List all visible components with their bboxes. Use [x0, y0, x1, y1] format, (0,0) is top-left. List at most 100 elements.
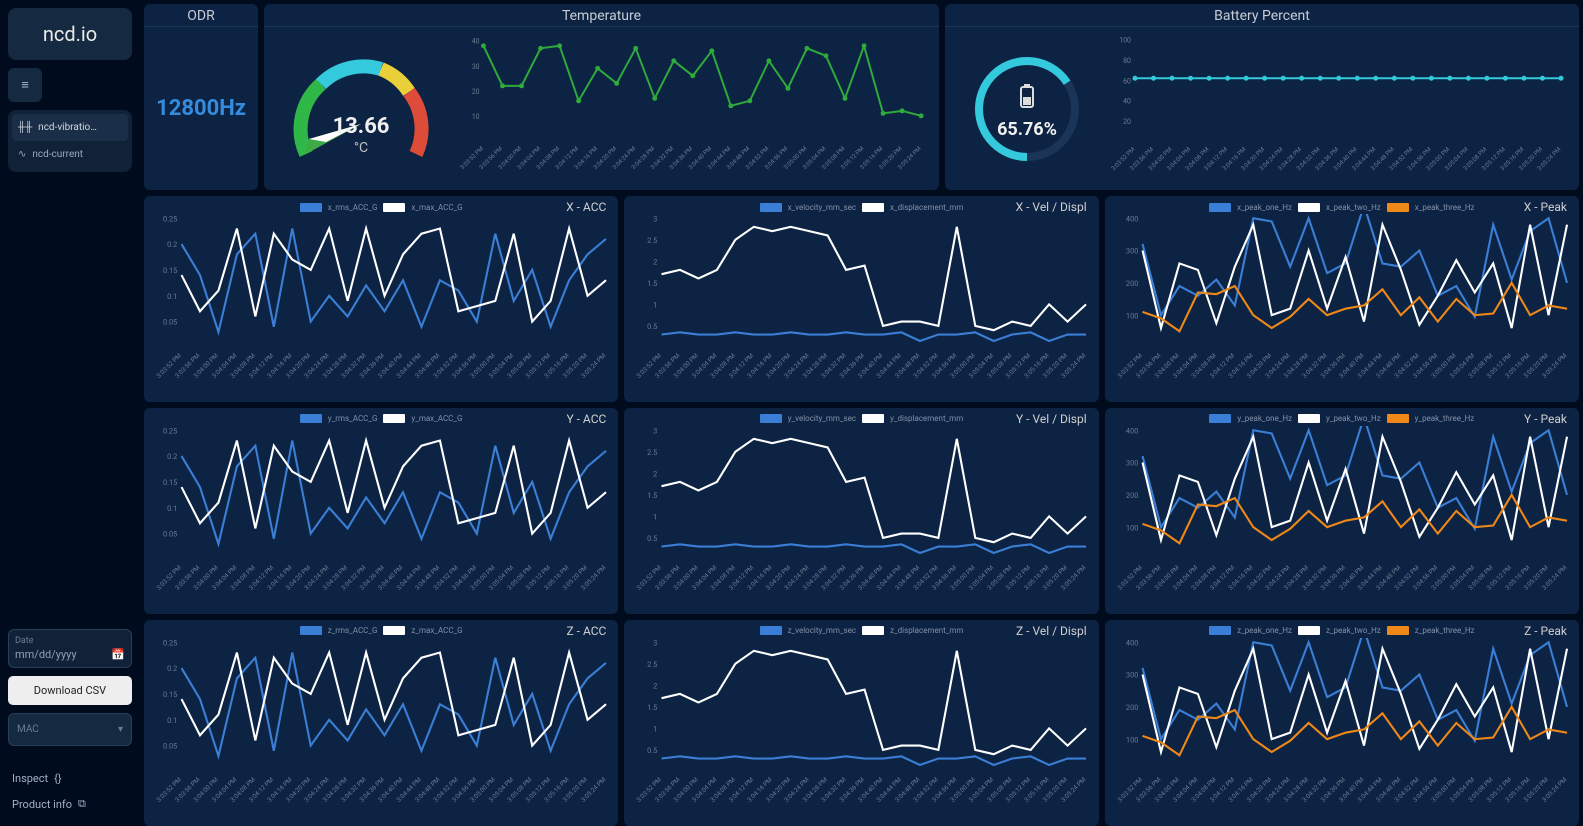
legend-chip[interactable]: [1209, 203, 1231, 212]
legend-chip[interactable]: [1387, 626, 1409, 635]
chart: 0.050.10.150.20.253:03:52 PM3:03:56 PM3:…: [150, 638, 612, 822]
chart-title: X - Peak: [1524, 200, 1567, 214]
svg-text:300: 300: [1126, 459, 1138, 468]
legend-chip[interactable]: [300, 203, 322, 212]
svg-text:2: 2: [654, 257, 658, 266]
chart: 0.050.10.150.20.253:03:52 PM3:03:56 PM3:…: [150, 214, 612, 398]
mac-select[interactable]: MAC ▾: [8, 713, 132, 746]
chart: 0.511.522.533:03:52 PM3:03:56 PM3:04:00 …: [630, 426, 1092, 610]
legend-label: z_peak_three_Hz: [1415, 626, 1475, 635]
external-link-icon: ⧉: [78, 797, 86, 811]
svg-text:1: 1: [654, 301, 658, 310]
chart: 0.511.522.533:03:52 PM3:03:56 PM3:04:00 …: [630, 638, 1092, 822]
legend-label: z_velocity_mm_sec: [788, 626, 857, 635]
svg-text:0.2: 0.2: [167, 452, 177, 461]
legend-label: z_displacement_mm: [890, 626, 963, 635]
legend-chip[interactable]: [1387, 414, 1409, 423]
legend-chip[interactable]: [862, 414, 884, 423]
temperature-unit: °C: [354, 140, 368, 156]
nav-item-current[interactable]: ∿ ncd-current: [12, 141, 128, 168]
footer-links: Inspect {} Product info ⧉: [8, 766, 132, 817]
svg-text:0.15: 0.15: [163, 478, 177, 487]
svg-text:100: 100: [1119, 37, 1131, 45]
y-acc-card: y_rms_ACC_Gy_max_ACC_GY - ACC0.050.10.15…: [144, 408, 618, 614]
svg-text:0.05: 0.05: [163, 318, 177, 327]
svg-text:400: 400: [1126, 214, 1138, 223]
inspect-link[interactable]: Inspect {}: [8, 766, 132, 791]
svg-text:3: 3: [654, 214, 658, 223]
legend-chip[interactable]: [1209, 626, 1231, 635]
legend-label: x_peak_three_Hz: [1415, 203, 1475, 212]
legend-label: y_rms_ACC_G: [328, 414, 378, 423]
hamburger-icon: ≡: [21, 77, 29, 93]
temperature-title: Temperature: [264, 4, 939, 27]
x-vel-card: x_velocity_mm_secx_displacement_mmX - Ve…: [624, 196, 1098, 402]
chart-legend: x_velocity_mm_secx_displacement_mmX - Ve…: [630, 200, 1092, 214]
legend-chip[interactable]: [1209, 414, 1231, 423]
legend-chip[interactable]: [1298, 203, 1320, 212]
legend-chip[interactable]: [300, 626, 322, 635]
svg-text:200: 200: [1126, 703, 1138, 712]
temperature-gauge: 13.66 °C: [276, 44, 446, 174]
nav-label: ncd-vibratio…: [38, 122, 97, 133]
svg-text:20: 20: [1123, 118, 1131, 126]
svg-text:200: 200: [1126, 491, 1138, 500]
chart-legend: x_rms_ACC_Gx_max_ACC_GX - ACC: [150, 200, 612, 214]
date-input[interactable]: Date mm/dd/yyyy 📅: [8, 629, 132, 668]
legend-chip[interactable]: [760, 203, 782, 212]
calendar-icon: 📅: [111, 648, 125, 661]
odr-card: ODR 12800Hz: [144, 4, 258, 190]
legend-label: z_peak_one_Hz: [1237, 626, 1292, 635]
chart: 0.511.522.533:03:52 PM3:03:56 PM3:04:00 …: [630, 214, 1092, 398]
legend-chip[interactable]: [1298, 414, 1320, 423]
legend-chip[interactable]: [1298, 626, 1320, 635]
legend-chip[interactable]: [862, 203, 884, 212]
legend-label: y_peak_two_Hz: [1326, 414, 1381, 423]
temperature-chart: 102030403:03:52 PM3:03:56 PM3:04:00 PM3:…: [456, 33, 927, 184]
chart: 0.050.10.150.20.253:03:52 PM3:03:56 PM3:…: [150, 426, 612, 610]
svg-text:300: 300: [1126, 247, 1138, 256]
legend-chip[interactable]: [300, 414, 322, 423]
pulse-icon: ∿: [18, 149, 26, 160]
legend-chip[interactable]: [760, 414, 782, 423]
chart-title: Y - Peak: [1524, 412, 1567, 426]
svg-text:60: 60: [1123, 77, 1131, 85]
z-acc-card: z_rms_ACC_Gz_max_ACC_GZ - ACC0.050.10.15…: [144, 620, 618, 826]
legend-label: x_max_ACC_G: [411, 203, 462, 212]
svg-text:3: 3: [654, 426, 658, 435]
legend-chip[interactable]: [1387, 203, 1409, 212]
legend-chip[interactable]: [760, 626, 782, 635]
svg-text:10: 10: [472, 113, 480, 121]
chart-title: Z - Peak: [1524, 624, 1567, 638]
svg-text:80: 80: [1123, 57, 1131, 65]
legend-label: x_peak_one_Hz: [1237, 203, 1292, 212]
legend-chip[interactable]: [383, 626, 405, 635]
main: ODR 12800Hz Temperature 13.66 °C: [140, 0, 1583, 825]
nav-item-vibration[interactable]: ╫╫ ncd-vibratio…: [12, 114, 128, 141]
svg-text:100: 100: [1126, 311, 1138, 320]
battery-gauge: 65.76%: [957, 49, 1097, 169]
legend-label: z_rms_ACC_G: [328, 626, 378, 635]
chart: 1002003004003:03:52 PM3:03:56 PM3:04:00 …: [1111, 638, 1573, 822]
odr-title: ODR: [144, 4, 258, 27]
legend-chip[interactable]: [383, 203, 405, 212]
nav-label: ncd-current: [32, 149, 83, 160]
svg-text:30: 30: [472, 63, 480, 71]
menu-button[interactable]: ≡: [8, 68, 42, 102]
legend-chip[interactable]: [383, 414, 405, 423]
legend-label: y_peak_one_Hz: [1237, 414, 1292, 423]
svg-text:0.1: 0.1: [167, 504, 177, 513]
svg-text:100: 100: [1126, 523, 1138, 532]
chart-title: Y - Vel / Displ: [1016, 412, 1087, 426]
download-csv-button[interactable]: Download CSV: [8, 676, 132, 705]
svg-text:2.5: 2.5: [647, 448, 657, 457]
legend-chip[interactable]: [862, 626, 884, 635]
product-info-link[interactable]: Product info ⧉: [8, 791, 132, 817]
chart-legend: z_velocity_mm_secz_displacement_mmZ - Ve…: [630, 624, 1092, 638]
date-placeholder: mm/dd/yyyy: [15, 648, 77, 661]
z-peak-card: z_peak_one_Hzz_peak_two_Hzz_peak_three_H…: [1105, 620, 1579, 826]
chart-legend: y_rms_ACC_Gy_max_ACC_GY - ACC: [150, 412, 612, 426]
chevron-down-icon: ▾: [118, 724, 123, 735]
svg-text:1: 1: [654, 724, 658, 733]
chart-legend: y_velocity_mm_secy_displacement_mmY - Ve…: [630, 412, 1092, 426]
